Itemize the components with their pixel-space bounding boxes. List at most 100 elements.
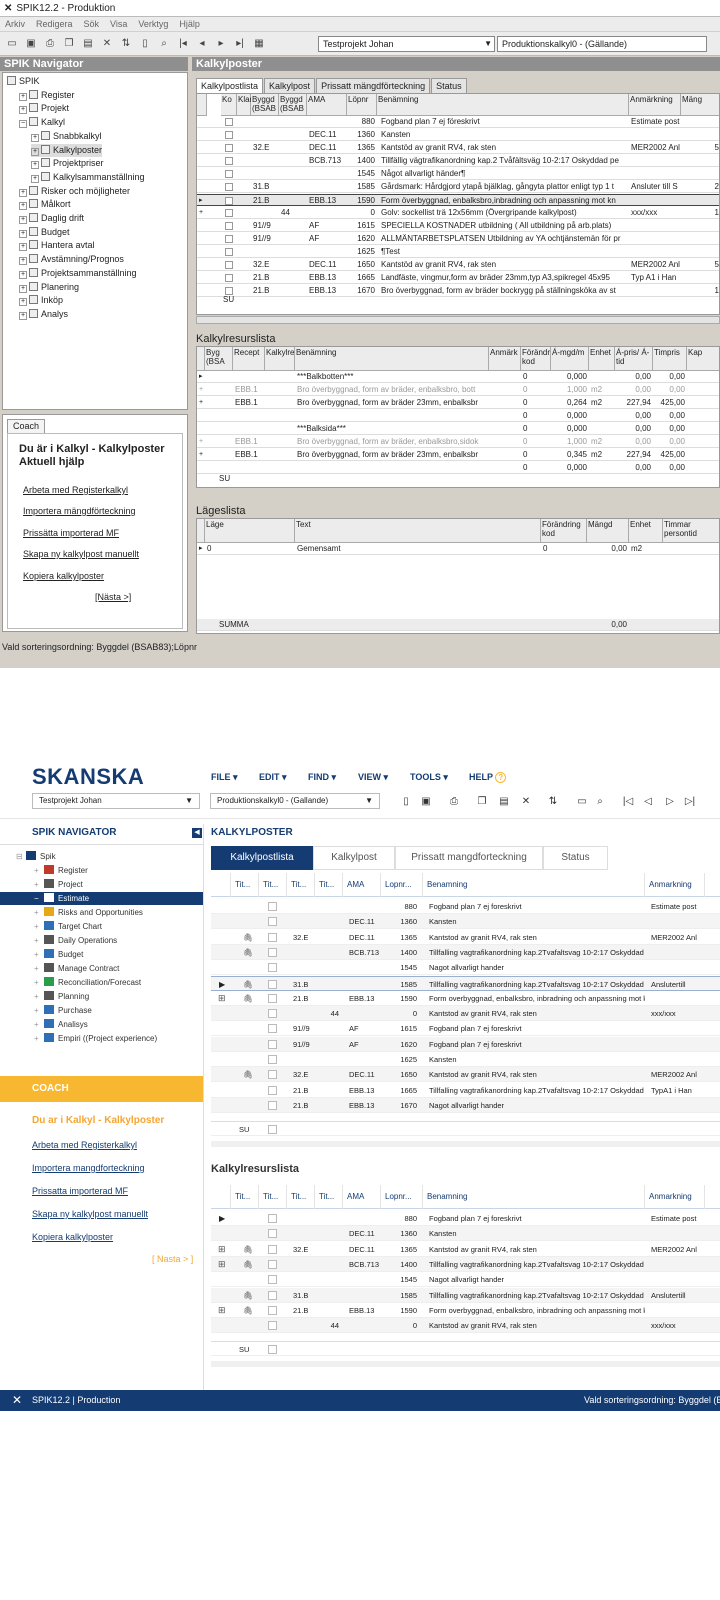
coach-link-importera[interactable]: Importera mangdforteckning: [32, 1163, 145, 1173]
horizontal-scrollbar[interactable]: [211, 1141, 720, 1148]
tab-kalkylpost[interactable]: Kalkylpost: [264, 78, 316, 93]
tree-item[interactable]: ⊟ Spik: [16, 850, 56, 863]
tree-item[interactable]: + Daglig drift: [19, 212, 84, 225]
table-row[interactable]: 44 0 Kantstod av granit RV4, rak sten xxx/x…: [211, 1318, 720, 1334]
column-header[interactable]: Klar: [237, 94, 252, 116]
table-row[interactable]: DEC.11 1360 Kansten: [211, 1226, 720, 1242]
menu-file[interactable]: FILE ▾: [211, 772, 238, 783]
row-checkbox[interactable]: [268, 902, 277, 911]
column-header[interactable]: Tit...: [315, 1185, 343, 1209]
column-header[interactable]: Anmärkning: [629, 94, 681, 116]
attachment-icon[interactable]: 🖇: [241, 977, 255, 992]
tree-item[interactable]: + Planning: [34, 990, 89, 1003]
tree-item[interactable]: + Analys: [19, 308, 68, 321]
coach-link-prissatta[interactable]: Prissätta importerad MF: [23, 528, 119, 538]
tree-item[interactable]: − Kalkyl: [19, 116, 65, 129]
table-row[interactable]: 🖇 32.E DEC.11 1650 Kantstod av granit RV4, r…: [211, 1067, 720, 1083]
row-checkbox[interactable]: [268, 1070, 277, 1080]
save-icon[interactable]: ▣: [420, 796, 432, 808]
expand-icon[interactable]: +: [19, 188, 27, 197]
expand-icon[interactable]: +: [19, 284, 27, 293]
attachment-icon[interactable]: 🖇: [241, 1242, 255, 1257]
first-icon[interactable]: |◁: [622, 796, 634, 808]
klar-checkbox[interactable]: [225, 144, 233, 152]
prev-icon[interactable]: ◁: [642, 796, 654, 808]
column-header[interactable]: Tit...: [231, 873, 259, 897]
column-header[interactable]: Kalkylre: [265, 347, 295, 371]
table-row[interactable]: BCB.713 1400 Tillfällig vägtrafikanordning…: [197, 155, 719, 167]
table-row[interactable]: 0 0,000 0,00 0,00: [197, 410, 719, 422]
table-row[interactable]: + EBB.1 Bro överbyggnad, form av bräder, e…: [197, 436, 719, 448]
coach-link-importera[interactable]: Importera mängdförteckning: [23, 506, 136, 516]
coach-link-prissatta[interactable]: Prissatta importerad MF: [32, 1186, 128, 1196]
expand-icon[interactable]: −: [19, 120, 27, 129]
row-checkbox[interactable]: [268, 1244, 277, 1254]
horizontal-scrollbar[interactable]: [196, 316, 720, 324]
row-checkbox[interactable]: [268, 1009, 277, 1019]
last-icon[interactable]: ▸|: [233, 37, 247, 51]
table-row[interactable]: + EBB.1 Bro överbyggnad, form av bräder 23…: [197, 449, 719, 461]
table-row[interactable]: ▶ 🖇 31.B 1585 Tillfalling vagtrafikanordning…: [211, 975, 720, 992]
report-icon[interactable]: ▦: [252, 37, 266, 51]
menu-sok[interactable]: Sök: [84, 19, 100, 29]
tree-item[interactable]: + Kalkylposter: [31, 143, 103, 157]
menu-verktyg[interactable]: Verktyg: [138, 19, 168, 29]
row-checkbox[interactable]: [268, 1229, 277, 1239]
expand-row-icon[interactable]: ⊞: [216, 991, 228, 1006]
row-checkbox[interactable]: [268, 1039, 277, 1049]
expand-icon[interactable]: +: [34, 934, 44, 947]
new-document-icon[interactable]: ▯: [400, 796, 412, 808]
menu-arkiv[interactable]: Arkiv: [5, 19, 25, 29]
expand-icon[interactable]: +: [19, 243, 27, 252]
table-row[interactable]: ⊞ 🖇 21.B EBB.13 1590 Form overbyggnad, enbalk…: [211, 991, 720, 1006]
menu-edit[interactable]: EDIT ▾: [259, 772, 287, 783]
table-row[interactable]: 0 0,000 0,00 0,00: [197, 462, 719, 474]
preview-icon[interactable]: ▯: [138, 37, 152, 51]
column-header[interactable]: Anmarkning: [645, 1185, 705, 1209]
expand-icon[interactable]: +: [19, 270, 27, 279]
column-header[interactable]: Tit...: [287, 1185, 315, 1209]
row-checkbox[interactable]: [268, 1321, 277, 1331]
table-row[interactable]: ⊞ 🖇 BCB.713 1400 Tillfalling vagtrafikanordn…: [211, 1256, 720, 1272]
attachment-icon[interactable]: 🖇: [241, 945, 255, 960]
tree-item[interactable]: + Analisys: [34, 1018, 88, 1031]
klar-checkbox[interactable]: [225, 261, 233, 269]
table-row[interactable]: 32.E DEC.11 1365 Kantstöd av granit RV4, ra…: [197, 142, 719, 154]
expand-icon[interactable]: +: [19, 106, 27, 115]
table-row[interactable]: + EBB.1 Bro överbyggnad, form av bräder, e…: [197, 384, 719, 396]
tab-kalkylpostlista[interactable]: Kalkylpostlista: [196, 78, 264, 93]
row-checkbox[interactable]: [268, 917, 277, 927]
attachment-icon[interactable]: 🖇: [241, 1067, 255, 1082]
row-checkbox[interactable]: [268, 979, 277, 989]
column-header[interactable]: Text: [295, 519, 541, 543]
tree-item[interactable]: + Projektsammanställning: [19, 267, 137, 280]
coach-link-registerkalkyl[interactable]: Arbeta med Registerkalkyl: [23, 485, 128, 495]
table-row[interactable]: 1625 ¶Test: [197, 246, 719, 258]
column-header[interactable]: Förändr kod: [521, 347, 551, 371]
row-checkbox[interactable]: [268, 1305, 277, 1315]
table-row[interactable]: + EBB.1 Bro överbyggnad, form av bräder 23…: [197, 397, 719, 409]
expand-row-icon[interactable]: ⊞: [216, 1242, 228, 1257]
table-row[interactable]: ⊞ 🖇 32.E DEC.11 1365 Kantstod av granit RV4, …: [211, 1242, 720, 1257]
tree-item[interactable]: + Projektpriser: [31, 157, 104, 170]
kalkyl-select[interactable]: Produktionskalkyl0 - (Gällande): [497, 36, 707, 52]
row-checkbox[interactable]: [268, 1214, 277, 1223]
column-header[interactable]: Á-mgd/m: [551, 347, 589, 371]
row-checkbox[interactable]: [268, 1290, 277, 1300]
paste-icon[interactable]: ▤: [498, 796, 510, 808]
column-header[interactable]: Löpnr: [347, 94, 377, 116]
tab-prissatt[interactable]: Prissatt mängdförteckning: [316, 78, 431, 93]
row-checkbox[interactable]: [268, 963, 277, 973]
row-checkbox[interactable]: [268, 1085, 277, 1095]
expand-icon[interactable]: +: [31, 147, 39, 156]
column-header[interactable]: Benämning: [377, 94, 629, 116]
table-row[interactable]: ***Balksida*** 0 0,000 0,00 0,00: [197, 423, 719, 435]
copy-icon[interactable]: ❐: [476, 796, 488, 808]
expand-row-icon[interactable]: ⊞: [216, 1303, 228, 1318]
table-row[interactable]: 44 0 Kantstod av granit RV4, rak sten xxx/x…: [211, 1006, 720, 1022]
table-row[interactable]: 1545 Något allvarligt händer¶: [197, 168, 719, 180]
table-row[interactable]: 880 Fogband plan 7 ej föreskrivt Estimate …: [197, 116, 719, 128]
tree-item[interactable]: + Inköp: [19, 294, 63, 307]
tree-item[interactable]: + Avstämning/Prognos: [19, 253, 124, 266]
tree-item[interactable]: + Målkort: [19, 198, 71, 211]
